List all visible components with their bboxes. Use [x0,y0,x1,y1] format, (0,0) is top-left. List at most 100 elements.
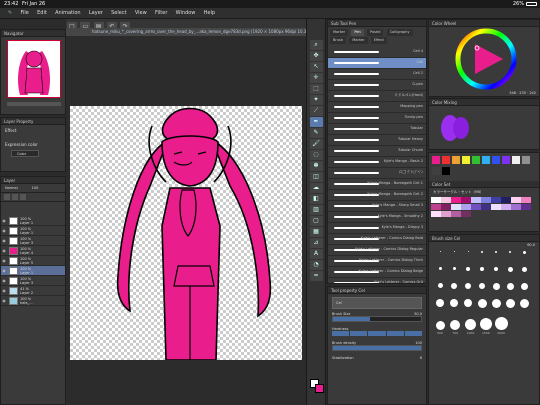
subtool-tab-effect[interactable]: Effect [370,37,387,44]
brush-item[interactable]: Kyle's Letterer - Comics Dialog Regular [328,245,426,256]
paint-blob[interactable] [453,117,469,139]
brush-item[interactable]: Tubular Chunk [328,146,426,157]
size-preset[interactable] [489,266,503,281]
eye-icon[interactable]: ◉ [1,228,7,234]
navigator-preview[interactable] [7,40,61,98]
color-swatch[interactable] [451,211,461,217]
eraser-tool-icon[interactable]: ◫ [309,172,323,182]
balloon-tool-icon[interactable]: ◔ [309,260,323,270]
color-swatch[interactable] [481,204,491,210]
size-preset[interactable] [475,266,489,281]
brush-item[interactable]: Kyle's Manga - Drippy 3 [328,223,426,234]
new-folder-icon[interactable] [12,194,18,200]
color-swatch[interactable] [441,211,451,217]
subtool-tab-marker[interactable]: Marker [330,29,349,36]
eye-icon[interactable]: ◉ [1,218,7,224]
size-preset[interactable] [461,250,475,265]
size-preset[interactable] [433,282,447,297]
color-swatch[interactable] [441,204,451,210]
correct-line-tool-icon[interactable]: ≈ [309,271,323,281]
gradient-tool-icon[interactable]: ▥ [309,205,323,215]
ruler-tool-icon[interactable]: ⊿ [309,238,323,248]
layer-row[interactable]: ◉ 100 % hats_... [1,296,65,306]
size-preset[interactable] [433,250,447,265]
brush-size-slider[interactable] [332,316,422,322]
color-swatch[interactable] [462,156,470,164]
color-swatch[interactable] [521,204,531,210]
brush-item[interactable]: Cell 2 [328,69,426,80]
brush-item[interactable]: Kyle's Letterer - Comics Dialog Bold [328,234,426,245]
size-preset[interactable] [489,282,503,297]
color-swatch[interactable] [431,204,441,210]
color-swatch[interactable] [521,197,531,203]
canvas-paper[interactable] [70,106,302,361]
subtool-tab-brush[interactable]: Brush [330,37,347,44]
pencil-tool-icon[interactable]: ✎ [309,128,323,138]
color-swatch[interactable] [511,197,521,203]
color-swatch[interactable] [492,156,500,164]
new-layer-icon[interactable] [4,194,10,200]
brush-item[interactable]: Kyle's Manga - Sharp Small 3 [328,201,426,212]
size-preset[interactable]: 1000 [464,318,478,335]
size-preset[interactable] [503,282,517,297]
eye-icon[interactable]: ◉ [1,258,7,264]
brush-item[interactable]: Kyle's Manga - Smoothy 2 [328,212,426,223]
brush-item[interactable]: Turnip pen [328,113,426,124]
size-preset[interactable] [517,266,531,281]
color-swatch[interactable] [471,204,481,210]
size-preset[interactable] [433,298,447,313]
eye-icon[interactable]: ◉ [1,288,7,294]
menu-help[interactable]: Help [204,8,215,19]
auto-select-tool-icon[interactable]: ✦ [309,95,323,105]
layer-row[interactable]: ◉ 100 % Layer 1 [1,216,65,226]
color-swatch[interactable] [491,197,501,203]
layer-row[interactable]: ◉ 100 % Layer 5 [1,256,65,266]
color-swatch[interactable] [471,197,481,203]
color-swatch[interactable] [432,156,440,164]
color-swatch[interactable] [461,197,471,203]
size-preset[interactable] [475,298,489,313]
brush-density-slider[interactable] [332,345,422,351]
brush-item[interactable]: ミドルペン(Hard) [328,91,426,102]
delete-layer-icon[interactable] [20,194,26,200]
color-swatch[interactable] [461,211,471,217]
size-preset[interactable] [503,250,517,265]
menu-file[interactable]: File [20,8,28,19]
size-preset[interactable] [475,250,489,265]
menu-view[interactable]: View [135,8,147,19]
color-swatch[interactable] [451,204,461,210]
color-swatch[interactable] [502,156,510,164]
size-preset[interactable] [489,298,503,313]
color-swatch[interactable] [481,197,491,203]
brush-item[interactable]: Mapping pen [328,102,426,113]
layer-row[interactable]: ◉ 41 % Layer 2 [1,286,65,296]
subtool-tab-marker-2[interactable]: Marker [349,37,368,44]
size-preset[interactable] [447,250,461,265]
airbrush-tool-icon[interactable]: ◌ [309,150,323,160]
color-swatch[interactable] [501,204,511,210]
size-preset[interactable] [447,298,461,313]
figure-tool-icon[interactable]: ▢ [309,216,323,226]
size-preset[interactable] [433,266,447,281]
size-preset[interactable] [503,266,517,281]
brush-item[interactable]: Cell 4 [328,47,426,58]
color-swatch[interactable] [431,211,441,217]
brush-item[interactable]: Kyle's Letterer - Comics Grit [328,278,426,283]
color-swatch[interactable] [511,204,521,210]
color-wheel[interactable] [455,28,517,90]
pen-tool-icon[interactable]: ✒ [309,117,323,127]
app-logo-icon[interactable]: ✎ [8,8,12,19]
size-preset[interactable]: 2000 [494,316,508,335]
menu-animation[interactable]: Animation [55,8,81,19]
hardness-selector[interactable] [332,331,423,336]
brush-item[interactable]: Kyle's Manga - Nomegoth Grit 1 [328,179,426,190]
color-swatch[interactable] [522,156,530,164]
text-tool-icon[interactable]: A [309,249,323,259]
brush-item[interactable]: G-pen [328,80,426,91]
move-tool-icon[interactable]: ✥ [309,51,323,61]
size-preset[interactable] [475,282,489,297]
size-preset[interactable] [461,282,475,297]
operation-tool-icon[interactable]: ↖ [309,62,323,72]
brush-item[interactable]: Kyle's Manga - Basic 2 [328,157,426,168]
menu-layer[interactable]: Layer [89,8,103,19]
